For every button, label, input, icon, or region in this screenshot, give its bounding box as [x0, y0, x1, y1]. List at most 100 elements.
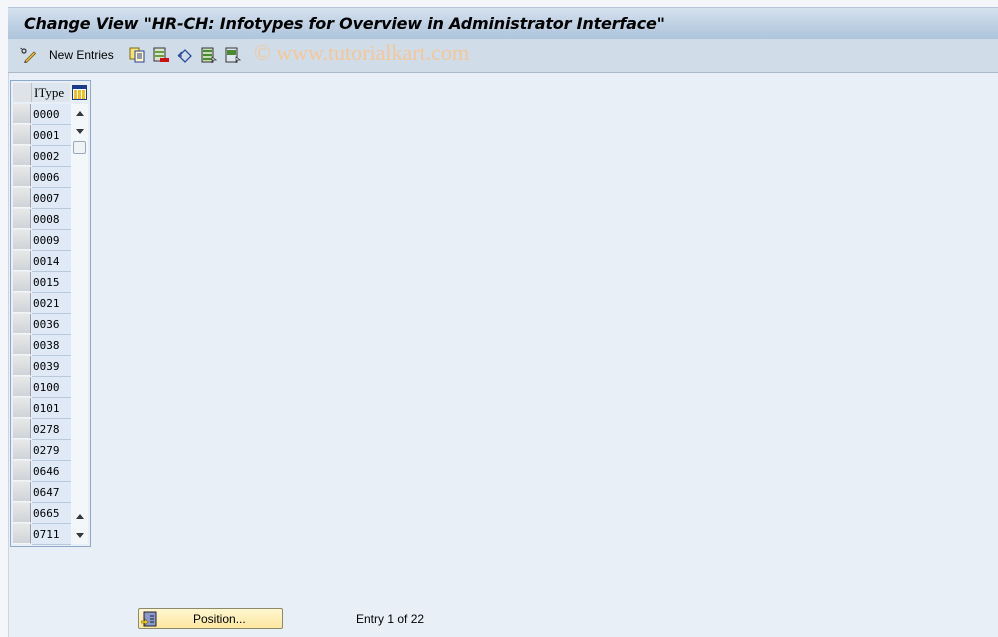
itype-cell[interactable]: 0021: [32, 293, 71, 314]
copy-as-icon: [129, 47, 145, 63]
itype-cell[interactable]: 0036: [32, 314, 71, 335]
itype-cell[interactable]: 0009: [32, 230, 71, 251]
itype-cell[interactable]: 0100: [32, 377, 71, 398]
select-block-icon: [225, 47, 241, 63]
title-bar: Change View "HR-CH: Infotypes for Overvi…: [8, 7, 998, 39]
undo-change-icon: [177, 49, 192, 63]
row-selector[interactable]: [13, 209, 31, 229]
copy-as-button[interactable]: [129, 46, 145, 64]
entry-count: Entry 1 of 22: [356, 612, 425, 626]
table-row[interactable]: 0021: [13, 293, 71, 314]
itype-cell[interactable]: 0006: [32, 167, 71, 188]
application-toolbar: New Entries © www.tutorialkart.com: [8, 39, 998, 73]
row-selector[interactable]: [13, 503, 31, 523]
row-selector[interactable]: [13, 146, 31, 166]
itype-cell[interactable]: 0278: [32, 419, 71, 440]
row-selector[interactable]: [13, 314, 31, 334]
itype-cell[interactable]: 0646: [32, 461, 71, 482]
arrow-up-icon: [75, 513, 84, 519]
select-all-rows-button[interactable]: [13, 83, 32, 102]
row-selector[interactable]: [13, 377, 31, 397]
table-row[interactable]: 0009: [13, 230, 71, 251]
row-selector[interactable]: [13, 461, 31, 481]
table-row[interactable]: 0000: [13, 104, 71, 125]
display-change-icon: [20, 47, 36, 63]
itype-cell[interactable]: 0001: [32, 125, 71, 146]
itype-cell[interactable]: 0665: [32, 503, 71, 524]
itype-cell[interactable]: 0008: [32, 209, 71, 230]
table-row[interactable]: 0646: [13, 461, 71, 482]
table-row[interactable]: 0038: [13, 335, 71, 356]
row-selector[interactable]: [13, 188, 31, 208]
watermark: © www.tutorialkart.com: [254, 40, 470, 65]
table-row[interactable]: 0001: [13, 125, 71, 146]
table-row[interactable]: 0008: [13, 209, 71, 230]
arrow-down-icon: [75, 128, 84, 134]
row-selector[interactable]: [13, 230, 31, 250]
scroll-page-down-button[interactable]: [73, 124, 86, 138]
row-selector[interactable]: [13, 167, 31, 187]
table-row[interactable]: 0100: [13, 377, 71, 398]
itype-cell[interactable]: 0039: [32, 356, 71, 377]
table-row[interactable]: 0007: [13, 188, 71, 209]
table-row[interactable]: 0647: [13, 482, 71, 503]
itype-cell[interactable]: 0647: [32, 482, 71, 503]
position-icon: [141, 611, 157, 627]
display-change-button[interactable]: [20, 46, 36, 64]
table-row[interactable]: 0101: [13, 398, 71, 419]
itype-cell[interactable]: 0000: [32, 104, 71, 125]
row-selector[interactable]: [13, 293, 31, 313]
page-title: Change View "HR-CH: Infotypes for Overvi…: [24, 14, 665, 33]
row-selector[interactable]: [13, 524, 31, 544]
itype-cell[interactable]: 0038: [32, 335, 71, 356]
delete-icon: [153, 47, 169, 62]
itype-cell[interactable]: 0015: [32, 272, 71, 293]
scrollbar-thumb[interactable]: [73, 141, 86, 154]
row-selector[interactable]: [13, 125, 31, 145]
row-selector[interactable]: [13, 104, 31, 124]
row-selector[interactable]: [13, 356, 31, 376]
select-all-button[interactable]: [201, 46, 217, 64]
table-settings-icon: [72, 85, 87, 100]
position-button[interactable]: Position...: [138, 608, 283, 629]
select-all-icon: [201, 47, 217, 63]
table-row[interactable]: 0278: [13, 419, 71, 440]
itype-cell[interactable]: 0014: [32, 251, 71, 272]
itype-table: IType 0000 0001 0002 0006 0007 0008 0009 0014 00…: [10, 80, 91, 547]
vertical-scrollbar[interactable]: [71, 104, 88, 544]
table-row[interactable]: 0665: [13, 503, 71, 524]
delete-button[interactable]: [153, 46, 169, 64]
undo-change-button[interactable]: [177, 46, 193, 64]
new-entries-button[interactable]: New Entries: [49, 46, 114, 64]
arrow-down-icon: [75, 532, 84, 538]
select-block-button[interactable]: [225, 46, 241, 64]
scroll-down-button[interactable]: [73, 528, 86, 542]
scroll-page-up-button[interactable]: [73, 106, 86, 120]
arrow-up-icon: [75, 110, 84, 116]
row-selector[interactable]: [13, 272, 31, 292]
row-selector[interactable]: [13, 440, 31, 460]
table-settings-button[interactable]: [71, 83, 88, 102]
itype-cell[interactable]: 0711: [32, 524, 71, 545]
position-button-label: Position...: [193, 612, 246, 626]
table-row[interactable]: 0039: [13, 356, 71, 377]
table-row[interactable]: 0711: [13, 524, 71, 545]
row-selector[interactable]: [13, 419, 31, 439]
table-row[interactable]: 0015: [13, 272, 71, 293]
table-row[interactable]: 0279: [13, 440, 71, 461]
table-row[interactable]: 0002: [13, 146, 71, 167]
table-row[interactable]: 0014: [13, 251, 71, 272]
scroll-up-button[interactable]: [73, 509, 86, 523]
itype-cell[interactable]: 0002: [32, 146, 71, 167]
column-header-itype[interactable]: IType: [32, 83, 70, 102]
row-selector[interactable]: [13, 335, 31, 355]
row-selector[interactable]: [13, 482, 31, 502]
main-area: [8, 7, 998, 637]
row-selector[interactable]: [13, 398, 31, 418]
table-row[interactable]: 0006: [13, 167, 71, 188]
itype-cell[interactable]: 0279: [32, 440, 71, 461]
itype-cell[interactable]: 0101: [32, 398, 71, 419]
table-row[interactable]: 0036: [13, 314, 71, 335]
itype-cell[interactable]: 0007: [32, 188, 71, 209]
row-selector[interactable]: [13, 251, 31, 271]
